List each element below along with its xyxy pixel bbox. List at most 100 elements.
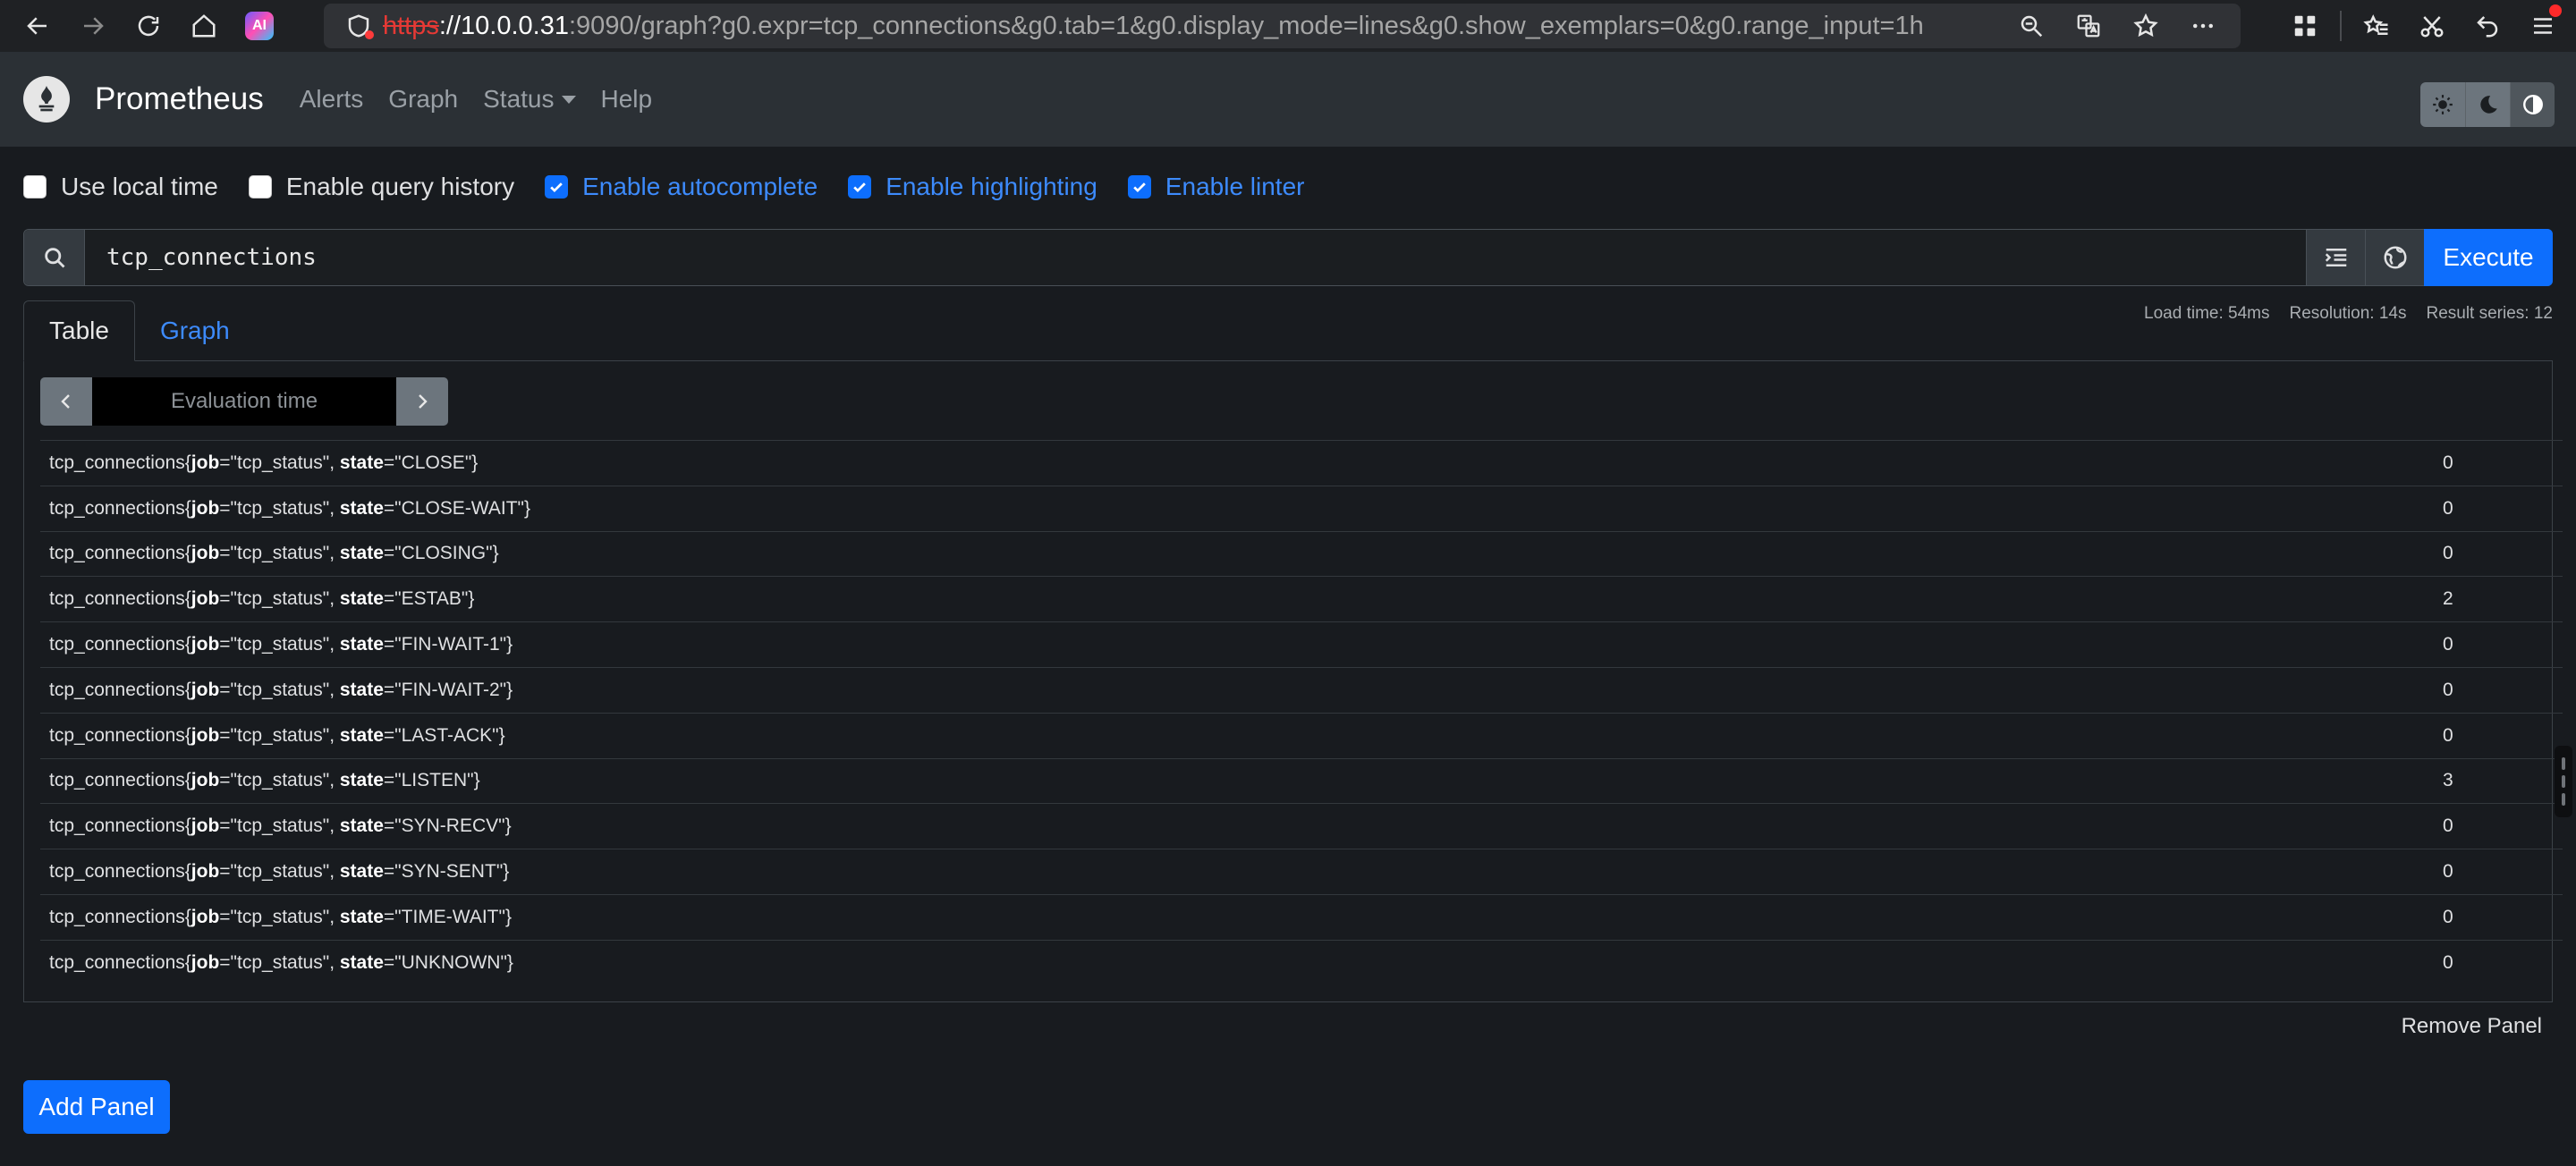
resolution: Resolution: 14s [2289,304,2407,323]
label-key-job: job [191,452,220,473]
label-key-state: state [339,679,384,700]
add-panel-button[interactable]: Add Panel [23,1080,170,1134]
insecure-dot [365,30,374,39]
use-local-time-label: Use local time [61,173,218,200]
enable-linter-checkbox[interactable] [1127,175,1151,199]
more-icon[interactable] [2174,4,2232,47]
enable-query-history-option[interactable]: Enable query history [248,173,514,201]
reload-icon[interactable] [127,4,170,47]
label-key-job: job [191,951,220,973]
url-protocol: https [383,11,439,40]
prometheus-logo-icon[interactable] [23,76,70,123]
table-row: tcp_connections{job="tcp_status", state=… [40,893,2563,940]
sep: ", [322,452,340,473]
label-value-state: CLOSE-WAIT [401,497,518,519]
menu-icon[interactable] [2515,4,2571,47]
auto-theme-icon[interactable] [2510,82,2555,127]
browser-toolbar: AI https://10.0.0.31:9090/graph?g0.expr=… [0,0,2576,52]
series-label: tcp_connections{job="tcp_status", state=… [49,588,474,610]
label-key-state: state [339,588,384,610]
execute-button[interactable]: Execute [2424,229,2553,286]
nav-help[interactable]: Help [601,85,653,114]
table-row: tcp_connections{job="tcp_status", state=… [40,939,2563,985]
label-value-job: tcp_status [237,770,323,791]
bookmark-star-icon[interactable] [2117,4,2174,47]
translate-icon[interactable] [2060,4,2117,47]
notification-dot [2549,4,2562,17]
tab-table[interactable]: Table [23,300,135,361]
brand-title[interactable]: Prometheus [95,81,264,117]
brace-open: { [184,906,191,927]
undo-icon[interactable] [2460,4,2515,47]
label-key-state: state [339,906,384,927]
dark-theme-icon[interactable] [2465,82,2510,127]
enable-query-history-checkbox[interactable] [248,175,272,199]
label-key-job: job [191,815,220,837]
enable-linter-option[interactable]: Enable linter [1127,173,1304,201]
series-label: tcp_connections{job="tcp_status", state=… [49,770,480,791]
back-icon[interactable] [16,4,59,47]
evaluation-time-input[interactable]: Evaluation time [92,377,396,426]
remove-panel-link[interactable]: Remove Panel [2402,1014,2542,1039]
forward-icon[interactable] [72,4,114,47]
nav-alerts[interactable]: Alerts [300,85,364,114]
chevron-left-icon[interactable] [40,377,92,426]
label-value-job: tcp_status [237,634,323,655]
use-local-time-option[interactable]: Use local time [23,173,218,201]
label-key-state: state [339,861,384,883]
brace-close: "} [500,951,513,973]
results-table: tcp_connections{job="tcp_status", state=… [40,440,2563,985]
sep: ", [322,861,340,883]
enable-highlighting-checkbox[interactable] [848,175,872,199]
label-key-job: job [191,634,220,655]
label-key-state: state [339,452,384,473]
home-icon[interactable] [182,4,225,47]
sep: ", [322,906,340,927]
zoom-icon[interactable] [2003,4,2060,47]
sep: ", [322,543,340,564]
eq: =" [219,588,238,610]
screenshot-scissors-icon[interactable] [2404,4,2460,47]
url-text[interactable]: https://10.0.0.31:9090/graph?g0.expr=tcp… [383,12,1966,41]
ai-extension-icon[interactable]: AI [238,4,281,47]
series-label: tcp_connections{job="tcp_status", state=… [49,952,513,974]
enable-highlighting-option[interactable]: Enable highlighting [848,173,1097,201]
enable-autocomplete-option[interactable]: Enable autocomplete [545,173,818,201]
toolbar-separator [2340,11,2342,41]
brace-open: { [184,724,191,746]
nav-status-dropdown[interactable]: Status [483,85,576,114]
query-stats: Load time: 54ms Resolution: 14s Result s… [2124,304,2553,324]
label-value-state: CLOSING [401,543,487,564]
label-key-state: state [339,543,384,564]
eq: =" [383,543,402,564]
metrics-explorer-globe-icon[interactable] [2365,230,2424,285]
label-key-state: state [339,724,384,746]
table-row: tcp_connections{job="tcp_status", state=… [40,757,2563,804]
label-value-state: ESTAB [401,588,462,610]
format-expression-icon[interactable] [2306,230,2365,285]
label-key-job: job [191,543,220,564]
eq: =" [219,679,238,700]
use-local-time-checkbox[interactable] [23,175,47,199]
nav-graph[interactable]: Graph [388,85,458,114]
eq: =" [219,634,238,655]
label-value-job: tcp_status [237,951,323,973]
tab-graph[interactable]: Graph [135,300,255,361]
expression-input[interactable]: tcp_connections [85,230,2306,285]
check-icon [550,182,563,193]
series-value: 0 [2443,906,2453,927]
light-theme-icon[interactable] [2420,82,2465,127]
eq: =" [219,951,238,973]
url-bar[interactable]: https://10.0.0.31:9090/graph?g0.expr=tcp… [324,4,2241,48]
load-time: Load time: 54ms [2144,304,2270,323]
favorites-icon[interactable] [2349,4,2404,47]
chevron-right-icon[interactable] [396,377,448,426]
series-value: 0 [2443,951,2453,973]
scrollbar-handle[interactable] [2555,746,2572,817]
enable-autocomplete-checkbox[interactable] [545,175,569,199]
label-value-job: tcp_status [237,861,323,883]
metric-name: tcp_connections [49,634,185,655]
shield-icon[interactable] [345,13,374,39]
label-value-job: tcp_status [237,497,323,519]
apps-grid-icon[interactable] [2277,4,2333,47]
